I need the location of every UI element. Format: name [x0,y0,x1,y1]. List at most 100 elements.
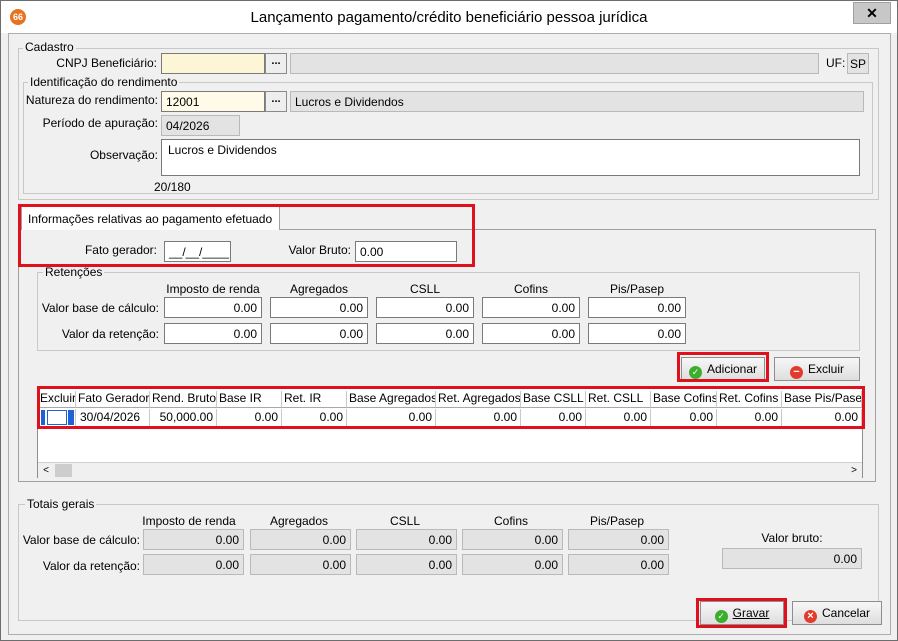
observacao-char-count: 20/180 [154,180,191,194]
grid-cell-fato-gerador: 30/04/2026 [76,409,150,427]
uf-label: UF: [826,56,846,70]
cancelar-button[interactable]: × Cancelar [792,601,882,625]
tot-ret-ir-field: 0.00 [143,554,244,575]
grid-cell-base-csll: 0.00 [521,409,586,427]
grid-cell-ret-csll: 0.00 [586,409,651,427]
gravar-label: Gravar [732,606,770,620]
ret-base-label: Valor base de cálculo: [41,301,159,315]
minus-icon: − [789,366,803,379]
fato-gerador-label: Fato gerador: [84,243,157,257]
excluir-button[interactable]: − Excluir [774,357,860,381]
cancel-icon: × [803,610,817,623]
retencoes-legend: Retenções [43,265,105,279]
totais-legend: Totais gerais [25,497,97,511]
ret-retencao-label: Valor da retenção: [61,327,159,341]
check-icon: ✓ [714,610,728,623]
dialog-window: 66 Lançamento pagamento/crédito benefici… [0,0,898,641]
grid-cell-base-ir: 0.00 [217,409,282,427]
ret-base-agregados-input[interactable]: 0.00 [270,297,368,318]
tot-col-agregados: Agregados [269,514,329,528]
tot-valor-bruto-label: Valor bruto: [761,531,823,545]
grid-cell-base-agregados: 0.00 [347,409,436,427]
grid-horizontal-scrollbar[interactable]: < > [38,462,862,478]
scroll-thumb[interactable] [55,464,72,477]
tot-base-agregados-field: 0.00 [250,529,351,550]
valor-bruto-input[interactable]: 0.00 [355,241,457,262]
grid-header-ret-agregados[interactable]: Ret. Agregados [436,391,521,408]
ret-ret-ir-input[interactable]: 0.00 [164,323,262,344]
grid-header-fato-gerador[interactable]: Fato Gerador [76,391,150,408]
tot-col-ir: Imposto de renda [142,514,236,528]
natureza-desc-field: Lucros e Dividendos [290,91,864,112]
ret-base-pispasep-input[interactable]: 0.00 [588,297,686,318]
natureza-label: Natureza do rendimento: [25,93,158,107]
ret-ret-cofins-input[interactable]: 0.00 [482,323,580,344]
grid-header-base-cofins[interactable]: Base Cofins [651,391,717,408]
natureza-lookup-button[interactable]: ... [265,91,287,112]
grid-header-ret-cofins[interactable]: Ret. Cofins [717,391,782,408]
grid-header-rend-bruto[interactable]: Rend. Bruto [150,391,217,408]
ret-base-ir-input[interactable]: 0.00 [164,297,262,318]
excluir-label: Excluir [807,362,844,376]
grid-cell-ret-ir: 0.00 [282,409,347,427]
lancamentos-grid[interactable]: Excluir Fato Gerador Rend. Bruto Base IR… [37,388,863,478]
grid-header-ret-csll[interactable]: Ret. CSLL [586,391,651,408]
cnpj-input[interactable] [161,53,265,74]
grid-cell-base-cofins: 0.00 [651,409,717,427]
tot-col-csll: CSLL [389,514,421,528]
grid-header-excluir[interactable]: Excluir [38,391,76,408]
grid-cell-base-pispasep: 0.00 [782,409,862,427]
tot-base-label: Valor base de cálculo: [22,533,140,547]
fato-gerador-input[interactable]: __/__/____ [164,241,231,262]
periodo-field: 04/2026 [161,115,240,136]
identificacao-legend: Identificação do rendimento [28,75,180,89]
observacao-textarea[interactable]: Lucros e Dividendos [161,139,860,176]
tot-base-ir-field: 0.00 [143,529,244,550]
valor-bruto-label: Valor Bruto: [288,243,351,257]
gravar-button[interactable]: ✓ Gravar [700,601,784,625]
tot-base-pispasep-field: 0.00 [568,529,669,550]
tot-col-cofins: Cofins [493,514,528,528]
adicionar-button[interactable]: ✓ Adicionar [681,357,765,381]
grid-header-base-agregados[interactable]: Base Agregados [347,391,436,408]
cnpj-label: CNPJ Beneficiário: [56,56,157,70]
tot-ret-cofins-field: 0.00 [462,554,563,575]
tot-col-pispasep: Pis/Pasep [589,514,645,528]
cadastro-legend: Cadastro [23,40,76,54]
dialog-body: Cadastro CNPJ Beneficiário: ... UF: SP I… [8,33,891,635]
row-selector-marker-right [68,410,74,425]
natureza-code-input[interactable]: 12001 [161,91,265,112]
grid-cell-ret-agregados: 0.00 [436,409,521,427]
grid-header-base-csll[interactable]: Base CSLL [521,391,586,408]
close-button[interactable]: ✕ [853,2,891,24]
ret-base-cofins-input[interactable]: 0.00 [482,297,580,318]
tot-retencao-label: Valor da retenção: [42,559,140,573]
grid-header-ret-ir[interactable]: Ret. IR [282,391,347,408]
grid-header-base-ir[interactable]: Base IR [217,391,282,408]
excluir-checkbox[interactable] [47,410,67,425]
ret-col-agregados: Agregados [289,282,349,296]
ret-ret-agregados-input[interactable]: 0.00 [270,323,368,344]
tab-pagamento[interactable]: Informações relativas ao pagamento efetu… [21,206,280,230]
cancelar-label: Cancelar [821,606,871,620]
ret-base-csll-input[interactable]: 0.00 [376,297,474,318]
ret-ret-pispasep-input[interactable]: 0.00 [588,323,686,344]
ret-col-pispasep: Pis/Pasep [609,282,665,296]
tot-valor-bruto-field: 0.00 [722,548,862,569]
grid-cell-excluir[interactable] [38,409,76,427]
ret-col-csll: CSLL [409,282,441,296]
cnpj-lookup-button[interactable]: ... [265,53,287,74]
scroll-left-arrow-icon[interactable]: < [38,463,54,478]
tot-ret-pispasep-field: 0.00 [568,554,669,575]
tot-ret-agregados-field: 0.00 [250,554,351,575]
tot-ret-csll-field: 0.00 [356,554,457,575]
tot-base-csll-field: 0.00 [356,529,457,550]
ret-col-ir: Imposto de renda [166,282,260,296]
scroll-right-arrow-icon[interactable]: > [846,463,862,478]
observacao-label: Observação: [89,148,158,162]
title-bar: 66 Lançamento pagamento/crédito benefici… [1,1,897,33]
periodo-label: Período de apuração: [42,116,158,130]
ret-ret-csll-input[interactable]: 0.00 [376,323,474,344]
adicionar-label: Adicionar [706,362,758,376]
grid-header-base-pispasep[interactable]: Base Pis/Pasep [782,391,862,408]
